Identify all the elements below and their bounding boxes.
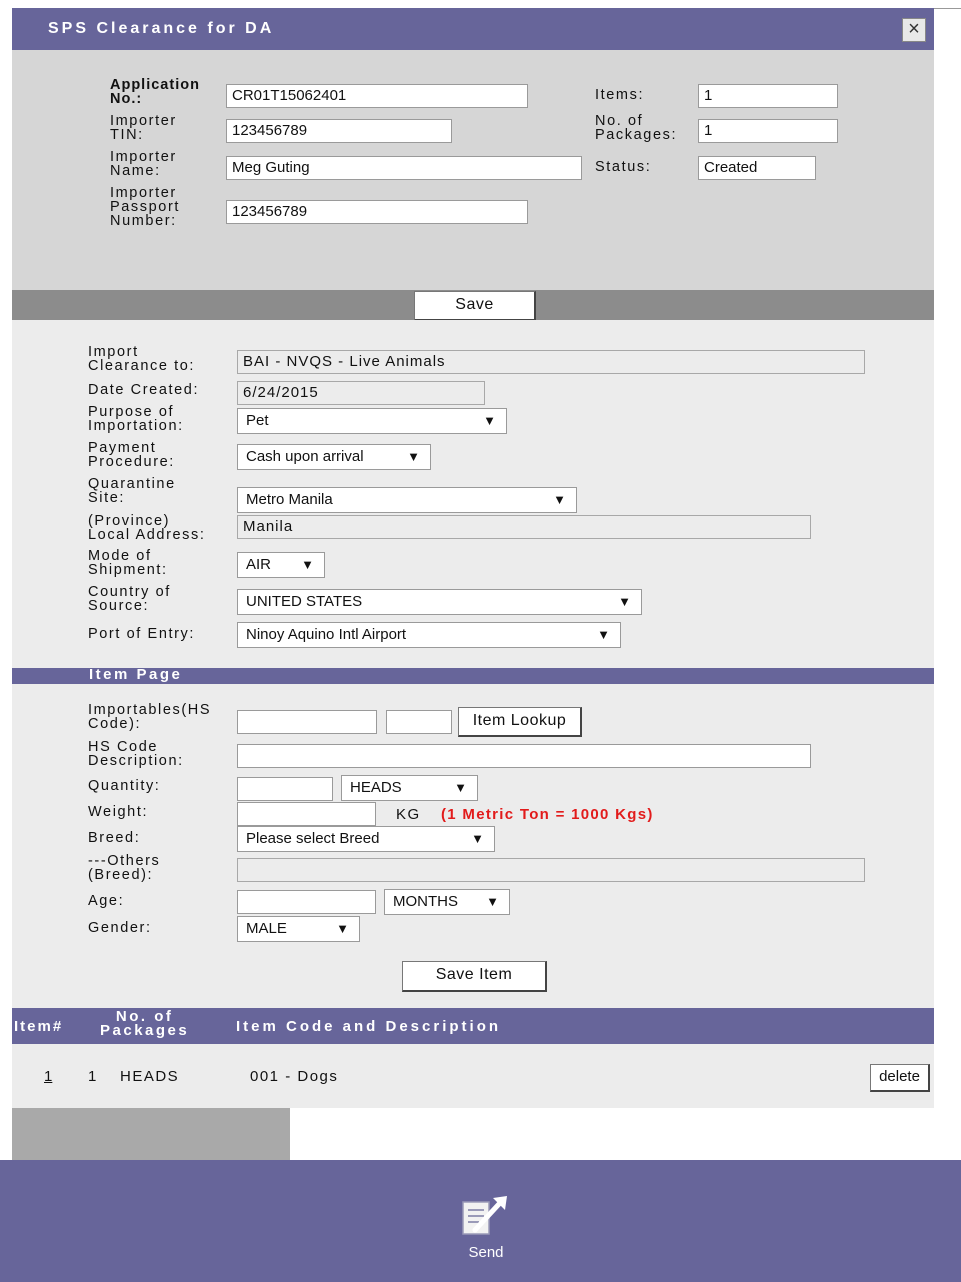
col-item-no: Item# <box>14 1018 64 1035</box>
importer-passport-field[interactable]: 123456789 <box>226 200 528 224</box>
others-breed-label: ---Others (Breed): <box>88 853 161 883</box>
status-label: Status: <box>595 159 652 175</box>
item-page-title: Item Page <box>89 666 183 683</box>
hs-code-label: Importables(HS Code): <box>88 702 212 732</box>
province-label: (Province) Local Address: <box>88 513 206 543</box>
date-created-field[interactable]: 6/24/2015 <box>237 381 485 405</box>
header-save-button[interactable]: Save <box>414 291 536 321</box>
breed-label: Breed: <box>88 830 141 846</box>
province-field[interactable]: Manila <box>237 515 811 539</box>
chevron-down-icon: ▼ <box>483 413 496 428</box>
importer-name-label: Importer Name: <box>110 149 177 179</box>
chevron-down-icon: ▼ <box>336 921 349 936</box>
purpose-select[interactable]: Pet ▼ <box>237 408 507 434</box>
chevron-down-icon: ▼ <box>407 449 420 464</box>
payment-select[interactable]: Cash upon arrival ▼ <box>237 444 431 470</box>
importer-tin-field[interactable]: 123456789 <box>226 119 452 143</box>
port-select[interactable]: Ninoy Aquino Intl Airport ▼ <box>237 622 621 648</box>
delete-button[interactable]: delete <box>870 1064 930 1092</box>
send-label: Send <box>468 1244 504 1261</box>
quantity-field[interactable] <box>237 777 333 801</box>
title-bar-edge <box>934 8 961 9</box>
port-label: Port of Entry: <box>88 626 196 642</box>
chevron-down-icon: ▼ <box>301 557 314 572</box>
import-clearance-field[interactable]: BAI - NVQS - Live Animals <box>237 350 865 374</box>
chevron-down-icon: ▼ <box>597 627 610 642</box>
hs-code-field-2[interactable] <box>386 710 452 734</box>
items-field[interactable]: 1 <box>698 84 838 108</box>
items-table-header: Item# No. of Packages Item Code and Descr… <box>12 1008 934 1044</box>
row-unit: HEADS <box>120 1068 180 1085</box>
application-no-field[interactable]: CR01T15062401 <box>226 84 528 108</box>
quantity-label: Quantity: <box>88 778 161 794</box>
quantity-unit-select[interactable]: HEADS ▼ <box>341 775 478 801</box>
importer-name-field[interactable]: Meg Guting <box>226 156 582 180</box>
chevron-down-icon: ▼ <box>454 780 467 795</box>
row-packages: 1 <box>88 1068 97 1085</box>
importer-tin-label: Importer TIN: <box>110 113 177 143</box>
dialog-title-bar: SPS Clearance for DA × <box>12 8 934 50</box>
gender-label: Gender: <box>88 920 152 936</box>
import-clearance-label: Import Clearance to: <box>88 344 196 374</box>
hs-code-field[interactable] <box>237 710 377 734</box>
hs-desc-label: HS Code Description: <box>88 739 184 769</box>
mode-select[interactable]: AIR ▼ <box>237 552 325 578</box>
weight-unit: KG <box>396 806 421 823</box>
chevron-down-icon: ▼ <box>553 492 566 507</box>
table-row: 1 1 HEADS 001 - Dogs delete <box>12 1064 934 1092</box>
row-item-link[interactable]: 1 <box>44 1068 52 1085</box>
item-lookup-button[interactable]: Item Lookup <box>458 707 582 737</box>
packages-label: No. of Packages: <box>595 113 678 143</box>
purpose-label: Purpose of Importation: <box>88 404 184 434</box>
col-code-description: Item Code and Description <box>236 1018 502 1035</box>
weight-field[interactable] <box>237 802 376 826</box>
weight-note: (1 Metric Ton = 1000 Kgs) <box>441 806 654 823</box>
hs-desc-field[interactable] <box>237 744 811 768</box>
status-field[interactable]: Created <box>698 156 816 180</box>
close-button[interactable]: × <box>902 18 926 42</box>
save-item-button[interactable]: Save Item <box>402 961 547 992</box>
date-created-label: Date Created: <box>88 382 200 398</box>
row-description: 001 - Dogs <box>250 1068 339 1085</box>
send-button[interactable]: Send <box>436 1192 536 1272</box>
quarantine-select[interactable]: Metro Manila ▼ <box>237 487 577 513</box>
close-icon: × <box>908 18 920 40</box>
item-page-bar: Item Page <box>12 666 934 684</box>
age-unit-select[interactable]: MONTHS ▼ <box>384 889 510 915</box>
mode-label: Mode of Shipment: <box>88 548 168 578</box>
packages-field[interactable]: 1 <box>698 119 838 143</box>
application-no-label: Application No.: <box>110 77 200 107</box>
payment-label: Payment Procedure: <box>88 440 175 470</box>
chevron-down-icon: ▼ <box>471 831 484 846</box>
footer-spacer <box>12 1108 290 1160</box>
chevron-down-icon: ▼ <box>618 594 631 609</box>
chevron-down-icon: ▼ <box>486 894 499 909</box>
others-breed-field[interactable] <box>237 858 865 882</box>
country-label: Country of Source: <box>88 584 171 614</box>
weight-label: Weight: <box>88 804 149 820</box>
quarantine-label: Quarantine Site: <box>88 476 176 506</box>
importer-passport-label: Importer Passport Number: <box>110 185 181 229</box>
country-select[interactable]: UNITED STATES ▼ <box>237 589 642 615</box>
breed-select[interactable]: Please select Breed ▼ <box>237 826 495 852</box>
dialog-title: SPS Clearance for DA <box>48 20 275 37</box>
col-packages: No. of Packages <box>100 1008 190 1039</box>
items-label: Items: <box>595 87 645 103</box>
age-field[interactable] <box>237 890 376 914</box>
send-icon <box>462 1196 507 1235</box>
age-label: Age: <box>88 893 125 909</box>
gender-select[interactable]: MALE ▼ <box>237 916 360 942</box>
